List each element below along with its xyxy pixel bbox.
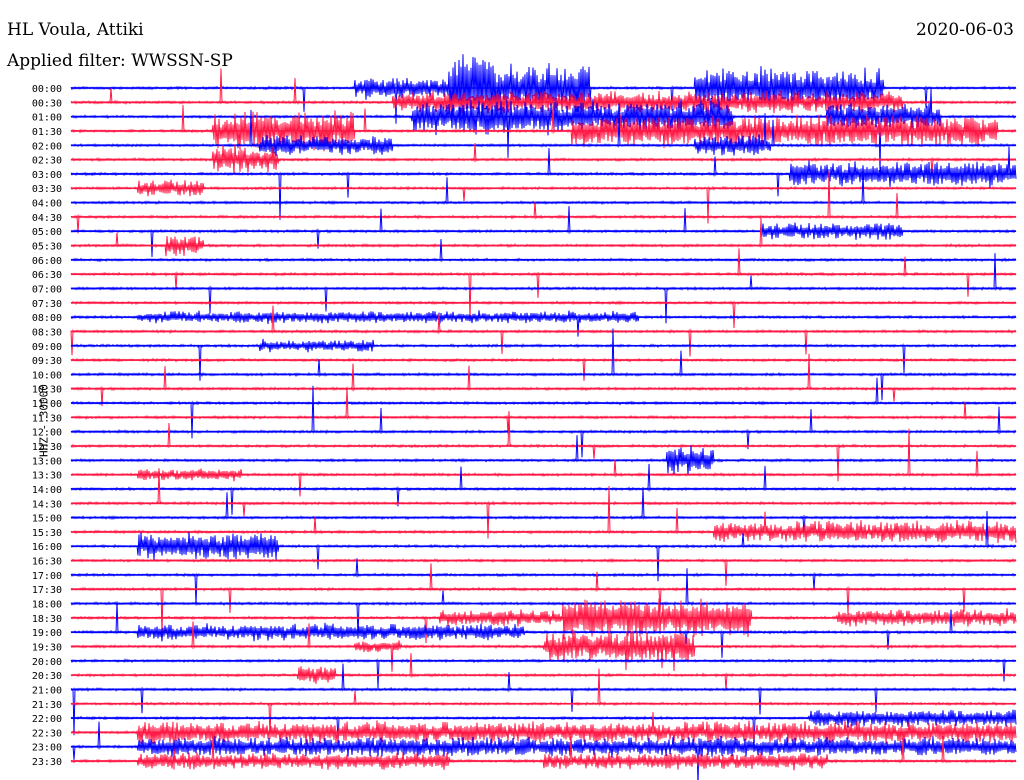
trace-line <box>70 558 1017 586</box>
time-tick-label: 13:00 <box>32 456 62 467</box>
time-tick-label: 16:30 <box>32 557 62 568</box>
trace-line <box>70 558 1017 606</box>
trace-line <box>70 653 1017 691</box>
time-tick-label: 12:00 <box>32 428 62 439</box>
time-tick-label: 06:30 <box>32 270 62 281</box>
time-tick-label: 02:00 <box>32 141 62 152</box>
time-tick-label: 13:30 <box>32 471 62 482</box>
time-tick-label: 02:30 <box>32 156 62 167</box>
time-tick-label: 09:00 <box>32 342 62 353</box>
time-tick-label: 01:00 <box>32 113 62 124</box>
time-tick-label: 19:00 <box>32 628 62 639</box>
time-tick-label: 08:00 <box>32 313 62 324</box>
time-tick-label: 21:00 <box>32 685 62 696</box>
time-tick-label: 17:30 <box>32 585 62 596</box>
time-tick-label: 18:30 <box>32 614 62 625</box>
trace-line <box>70 377 1017 439</box>
time-tick-label: 15:00 <box>32 514 62 525</box>
time-tick-label: 22:00 <box>32 714 62 725</box>
time-tick-label: 17:00 <box>32 571 62 582</box>
time-tick-label: 10:30 <box>32 385 62 396</box>
trace-line <box>70 598 1017 644</box>
time-tick-label: 07:00 <box>32 284 62 295</box>
time-tick-label: 05:00 <box>32 227 62 238</box>
trace-line <box>70 239 1017 263</box>
time-tick-label: 14:30 <box>32 499 62 510</box>
trace-line <box>70 218 1017 257</box>
time-tick-label: 00:30 <box>32 98 62 109</box>
helicorder-figure: HL Voula, Attiki 2020-06-03 Applied filt… <box>0 0 1024 780</box>
time-tick-label: 15:30 <box>32 528 62 539</box>
time-tick-label: 23:30 <box>32 757 62 768</box>
time-tick-label: 14:00 <box>32 485 62 496</box>
time-tick-label: 16:00 <box>32 542 62 553</box>
trace-line <box>70 386 1017 434</box>
trace-line <box>70 357 1017 381</box>
time-tick-label: 03:30 <box>32 184 62 195</box>
time-tick-label: 03:00 <box>32 170 62 181</box>
time-tick-label: 18:00 <box>32 600 62 611</box>
seismogram-plot: 00:00 00:30 01:00 01:30 02:00 02:30 03:00 03:30… <box>32 54 1017 780</box>
time-tick-label: 08:30 <box>32 327 62 338</box>
trace-line <box>70 485 1017 544</box>
time-tick-label: 09:30 <box>32 356 62 367</box>
trace-line <box>70 353 1017 407</box>
trace-line <box>70 487 1017 535</box>
time-tick-label: 01:30 <box>32 127 62 138</box>
time-tick-label: 11:00 <box>32 399 62 410</box>
time-tick-label: 12:30 <box>32 442 62 453</box>
time-tick-label: 19:30 <box>32 642 62 653</box>
time-tick-label: 10:00 <box>32 370 62 381</box>
time-tick-label: 20:30 <box>32 671 62 682</box>
time-tick-label: 04:30 <box>32 213 62 224</box>
time-tick-label: 05:30 <box>32 242 62 253</box>
time-tick-label: 22:30 <box>32 728 62 739</box>
time-tick-label: 23:00 <box>32 743 62 754</box>
trace-line <box>70 435 1017 476</box>
time-tick-label: 06:00 <box>32 256 62 267</box>
time-tick-label: 07:30 <box>32 299 62 310</box>
time-tick-label: 04:00 <box>32 199 62 210</box>
trace-line <box>70 658 1017 689</box>
time-tick-label: 00:00 <box>32 84 62 95</box>
trace-line <box>70 428 1017 497</box>
time-tick-label: 11:30 <box>32 413 62 424</box>
time-tick-label: 21:30 <box>32 700 62 711</box>
time-tick-label: 20:00 <box>32 657 62 668</box>
